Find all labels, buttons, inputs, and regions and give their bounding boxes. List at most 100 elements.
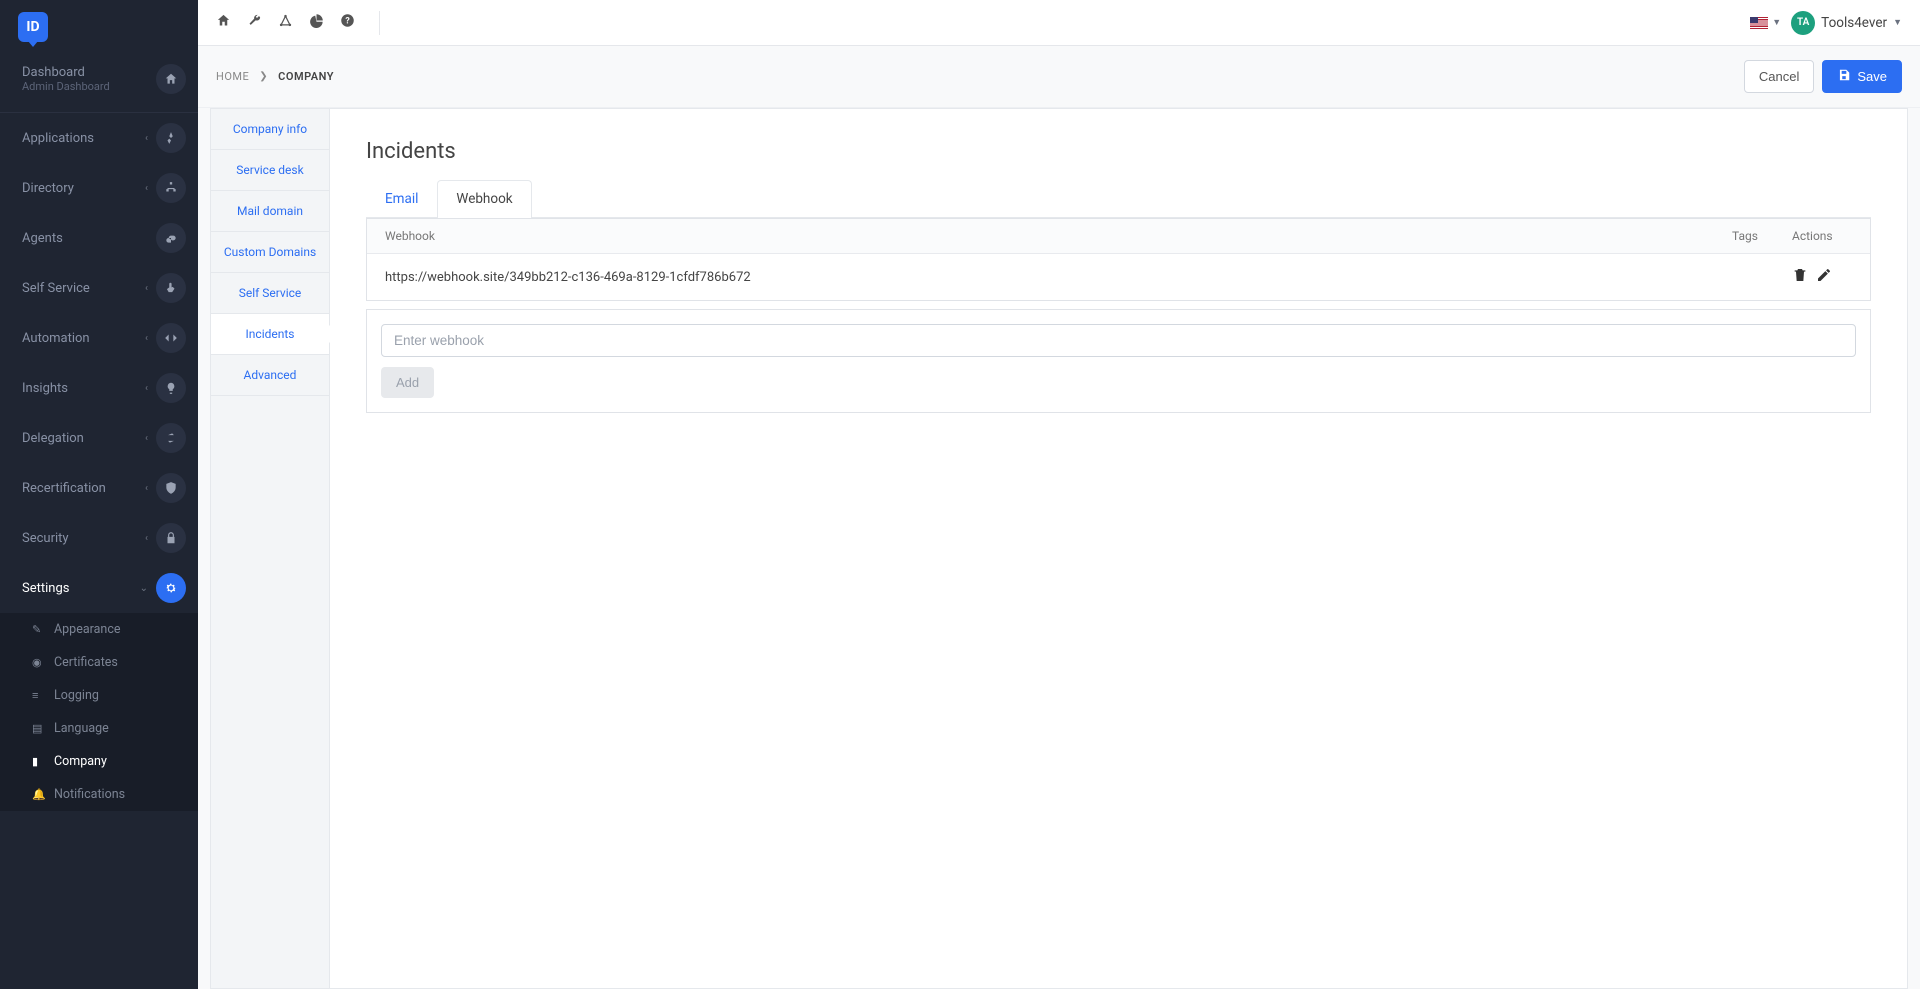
wrench-icon[interactable] [247,13,262,32]
content-row: Company info Service desk Mail domain Cu… [198,108,1920,989]
main-area: ? ▼ TA Tools4ever ▼ HOME ❯ CO [198,0,1920,989]
nav-agents[interactable]: Agents [0,213,198,263]
logo[interactable]: ID [18,12,48,42]
inner-nav-advanced[interactable]: Advanced [211,355,329,396]
subnav-company[interactable]: ▮Company [0,745,198,778]
inner-nav-custom-domains[interactable]: Custom Domains [211,232,329,273]
bulb-icon [156,373,186,403]
flow-icon[interactable] [278,13,293,32]
inner-sidebar: Company info Service desk Mail domain Cu… [210,108,330,989]
divider [379,11,380,35]
col-actions: Actions [1792,229,1852,243]
nav-dashboard[interactable]: Dashboard Admin Dashboard [0,54,198,104]
tab-email[interactable]: Email [366,180,437,217]
sitemap-icon [156,173,186,203]
chevron-left-icon: ‹ [145,483,148,494]
chevron-left-icon: ‹ [145,283,148,294]
save-icon [1837,68,1851,85]
bell-icon: 🔔 [32,788,46,801]
subnav-notifications[interactable]: 🔔Notifications [0,778,198,811]
home-icon [156,64,186,94]
inner-nav-incidents[interactable]: Incidents [211,314,329,355]
col-webhook: Webhook [385,229,1732,243]
username: Tools4ever [1821,15,1887,31]
avatar: TA [1791,11,1815,35]
brush-icon: ✎ [32,623,46,636]
nav-delegation[interactable]: Delegation ‹ [0,413,198,463]
webhook-input[interactable] [381,324,1856,357]
settings-subnav: ✎Appearance ◉Certificates ≡Logging ▤Lang… [0,613,198,811]
code-icon [156,323,186,353]
col-tags: Tags [1732,229,1792,243]
sidebar: ID Dashboard Admin Dashboard Application… [0,0,198,989]
nav-insights[interactable]: Insights ‹ [0,363,198,413]
gear-icon [156,573,186,603]
chevron-left-icon: ‹ [145,383,148,394]
inner-nav-company-info[interactable]: Company info [211,109,329,150]
nav-recertification[interactable]: Recertification ‹ [0,463,198,513]
content-panel: Incidents Email Webhook Webhook Tags Act… [330,108,1908,989]
chevron-left-icon: ‹ [145,183,148,194]
certificate-icon: ◉ [32,656,46,669]
chevron-right-icon: ❯ [259,71,268,82]
logo-area: ID [0,0,198,54]
chevron-left-icon: ‹ [145,533,148,544]
inner-nav-mail-domain[interactable]: Mail domain [211,191,329,232]
topbar: ? ▼ TA Tools4ever ▼ [198,0,1920,46]
nav-self-service[interactable]: Self Service ‹ [0,263,198,313]
breadcrumb-current: COMPANY [278,70,334,83]
subnav-appearance[interactable]: ✎Appearance [0,613,198,646]
chevron-left-icon: ‹ [145,333,148,344]
caret-down-icon: ▼ [1893,17,1902,28]
nav-directory[interactable]: Directory ‹ [0,163,198,213]
breadcrumb-row: HOME ❯ COMPANY Cancel Save [198,46,1920,108]
subnav-language[interactable]: ▤Language [0,712,198,745]
svg-text:?: ? [345,17,350,27]
inner-nav-service-desk[interactable]: Service desk [211,150,329,191]
chevron-left-icon: ‹ [145,433,148,444]
shield-icon [156,473,186,503]
chevron-left-icon: ‹ [145,133,148,144]
tabs: Email Webhook [366,180,1871,218]
language-selector[interactable]: ▼ [1750,17,1781,29]
webhook-url: https://webhook.site/349bb212-c136-469a-… [385,270,1732,285]
breadcrumb: HOME ❯ COMPANY [216,70,334,83]
list-icon: ≡ [32,689,46,702]
nav-settings[interactable]: Settings ⌄ [0,563,198,613]
nav-dashboard-label: Dashboard [22,65,156,80]
subnav-logging[interactable]: ≡Logging [0,679,198,712]
caret-down-icon: ▼ [1772,17,1781,28]
webhook-table: Webhook Tags Actions https://webhook.sit… [366,218,1871,301]
user-menu[interactable]: TA Tools4ever ▼ [1791,11,1902,35]
webhook-table-header: Webhook Tags Actions [367,219,1870,254]
tab-webhook[interactable]: Webhook [437,180,531,218]
home-icon[interactable] [216,13,231,32]
lock-icon [156,523,186,553]
subnav-certificates[interactable]: ◉Certificates [0,646,198,679]
help-icon[interactable]: ? [340,13,355,32]
nav-automation[interactable]: Automation ‹ [0,313,198,363]
add-button[interactable]: Add [381,367,434,398]
inner-nav-self-service[interactable]: Self Service [211,273,329,314]
nav-applications[interactable]: Applications ‹ [0,113,198,163]
edit-icon[interactable] [1816,267,1832,287]
cancel-button[interactable]: Cancel [1744,60,1814,93]
building-icon: ▮ [32,755,46,768]
webhook-row: https://webhook.site/349bb212-c136-469a-… [367,254,1870,300]
breadcrumb-home[interactable]: HOME [216,70,249,83]
add-webhook-box: Add [366,309,1871,413]
nav-security[interactable]: Security ‹ [0,513,198,563]
save-button[interactable]: Save [1822,60,1902,93]
hand-icon [156,273,186,303]
chart-pie-icon[interactable] [309,13,324,32]
link-icon [156,223,186,253]
chevron-down-icon: ⌄ [140,583,148,594]
language-icon: ▤ [32,722,46,735]
delete-icon[interactable] [1792,267,1808,287]
page-title: Incidents [366,139,1871,164]
exchange-icon [156,423,186,453]
nav-dashboard-subtitle: Admin Dashboard [22,80,156,93]
rocket-icon [156,123,186,153]
nav-section: Applications ‹ Directory ‹ Agents Self S… [0,112,198,811]
flag-us-icon [1750,17,1768,29]
